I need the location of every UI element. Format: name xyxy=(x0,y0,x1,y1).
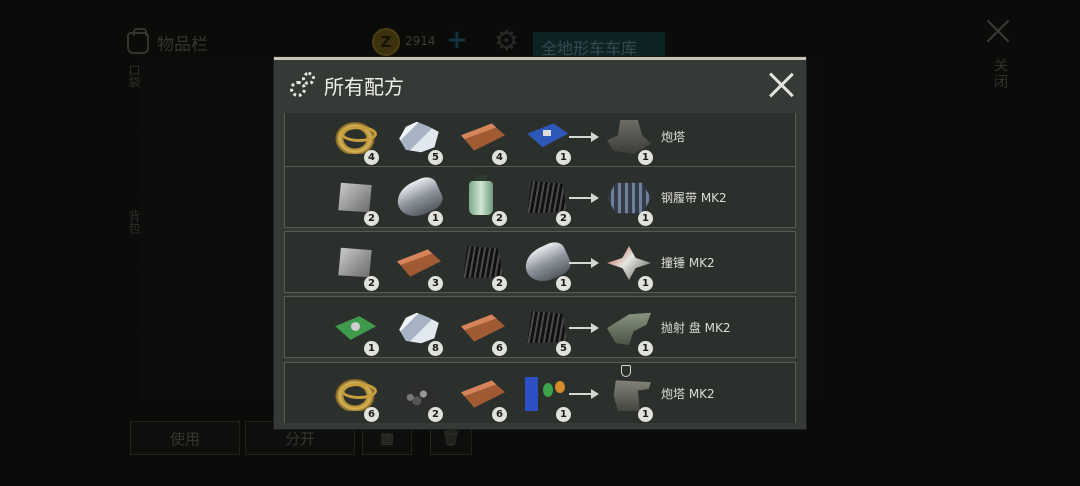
item-quantity-badge: 6 xyxy=(364,407,379,422)
gears-icon xyxy=(290,72,316,98)
gravel-pile-icon xyxy=(397,377,441,411)
leather-belt-icon xyxy=(333,120,377,154)
item-quantity-badge: 1 xyxy=(638,407,653,422)
recipe-output-slot[interactable]: 1 xyxy=(599,297,655,359)
recipe-input-slot[interactable]: 6 xyxy=(453,363,509,423)
pcb-board-icon xyxy=(335,316,377,340)
item-quantity-badge: 1 xyxy=(428,211,443,226)
recipes-dialog: 所有配方 4 5 4 1 1 炮塔 2 1 2 2 1 钢履带 MK2 2 3 2 1 1 撞锤 MK2 1 8 6 5 1… xyxy=(274,57,806,429)
item-quantity-badge: 1 xyxy=(556,276,571,291)
metal-plate-icon xyxy=(338,182,372,213)
arrow-right-icon xyxy=(569,193,599,203)
item-quantity-badge: 5 xyxy=(556,341,571,356)
turret-icon xyxy=(607,120,651,154)
recipe-output-name: 炮塔 MK2 xyxy=(661,387,715,401)
item-quantity-badge: 5 xyxy=(428,150,443,165)
metal-plate-icon xyxy=(338,247,372,278)
item-quantity-badge: 1 xyxy=(638,211,653,226)
recipe-row[interactable]: 2 1 2 2 1 钢履带 MK2 xyxy=(284,166,796,228)
recipe-input-slot[interactable]: 6 xyxy=(453,297,509,359)
metal-crystal-icon xyxy=(399,312,439,344)
item-quantity-badge: 1 xyxy=(638,341,653,356)
recipe-output-slot[interactable]: 1 xyxy=(599,363,655,423)
recipe-input-slot[interactable]: 1 xyxy=(389,167,447,229)
recipe-output-name: 钢履带 MK2 xyxy=(661,191,727,205)
arrow-right-icon xyxy=(569,323,599,333)
item-quantity-badge: 1 xyxy=(556,407,571,422)
recipe-input-slot[interactable]: 2 xyxy=(453,167,509,229)
item-quantity-badge: 6 xyxy=(492,341,507,356)
recipe-input-slot[interactable]: 1 xyxy=(517,363,573,423)
carbon-sheet-icon xyxy=(527,311,567,344)
chemical-bottle-icon xyxy=(469,175,493,215)
arrow-right-icon xyxy=(569,258,599,268)
item-quantity-badge: 2 xyxy=(492,276,507,291)
item-quantity-badge: 1 xyxy=(638,150,653,165)
recipe-output-slot[interactable]: 1 xyxy=(599,113,655,168)
metal-crystal-icon xyxy=(399,121,439,153)
carbon-sheet-icon xyxy=(527,181,567,214)
recipe-input-slot[interactable]: 5 xyxy=(389,113,445,168)
item-quantity-badge: 2 xyxy=(364,276,379,291)
item-quantity-badge: 2 xyxy=(428,407,443,422)
wood-board-icon xyxy=(461,314,505,342)
item-quantity-badge: 3 xyxy=(428,276,443,291)
recipe-input-slot[interactable]: 2 xyxy=(453,232,509,294)
shield-icon xyxy=(621,365,631,377)
item-quantity-badge: 1 xyxy=(556,150,571,165)
recipe-row[interactable]: 6 2 6 1 1 炮塔 MK2 xyxy=(284,362,796,423)
item-quantity-badge: 2 xyxy=(492,211,507,226)
wood-board-icon xyxy=(397,249,441,277)
recipe-output-name: 抛射 盘 MK2 xyxy=(661,321,731,335)
recipe-input-slot[interactable]: 4 xyxy=(453,113,509,168)
arrow-right-icon xyxy=(569,132,599,142)
recipe-output-name: 撞锤 MK2 xyxy=(661,256,715,270)
turret-mk2-icon xyxy=(613,380,651,411)
recipe-output-name: 炮塔 xyxy=(661,130,686,144)
item-quantity-badge: 2 xyxy=(556,211,571,226)
recipe-input-slot[interactable]: 5 xyxy=(517,297,573,359)
recipe-input-slot[interactable]: 2 xyxy=(325,232,381,294)
recipe-row[interactable]: 4 5 4 1 1 炮塔 xyxy=(284,113,796,167)
dialog-header: 所有配方 xyxy=(274,60,806,110)
dialog-title: 所有配方 xyxy=(324,74,404,99)
recipe-input-slot[interactable]: 4 xyxy=(325,113,381,168)
recipe-input-slot[interactable]: 2 xyxy=(389,363,445,423)
item-quantity-badge: 2 xyxy=(364,211,379,226)
item-quantity-badge: 8 xyxy=(428,341,443,356)
recipe-row[interactable]: 1 8 6 5 1 抛射 盘 MK2 xyxy=(284,296,796,358)
recipe-input-slot[interactable]: 2 xyxy=(517,167,573,229)
electronic-parts-icon xyxy=(525,377,569,411)
recipe-row[interactable]: 2 3 2 1 1 撞锤 MK2 xyxy=(284,231,796,293)
wood-board-icon xyxy=(461,380,505,408)
steel-tread-icon xyxy=(607,182,651,214)
recipe-output-slot[interactable]: 1 xyxy=(599,232,655,294)
wood-board-icon xyxy=(461,123,505,151)
recipe-input-slot[interactable]: 1 xyxy=(517,113,573,168)
ram-icon xyxy=(607,246,651,280)
close-icon[interactable] xyxy=(768,72,794,98)
recipe-input-slot[interactable]: 1 xyxy=(517,232,575,294)
launcher-icon xyxy=(607,312,651,345)
arrow-right-icon xyxy=(569,389,599,399)
recipe-output-slot[interactable]: 1 xyxy=(599,167,655,229)
item-quantity-badge: 1 xyxy=(638,276,653,291)
item-quantity-badge: 4 xyxy=(364,150,379,165)
recipe-input-slot[interactable]: 2 xyxy=(325,167,381,229)
item-quantity-badge: 1 xyxy=(364,341,379,356)
recipe-input-slot[interactable]: 3 xyxy=(389,232,445,294)
item-quantity-badge: 4 xyxy=(492,150,507,165)
leather-belt-icon xyxy=(333,377,377,411)
recipe-list[interactable]: 4 5 4 1 1 炮塔 2 1 2 2 1 钢履带 MK2 2 3 2 1 1 撞锤 MK2 1 8 6 5 1 抛射 盘 … xyxy=(284,113,796,423)
recipe-input-slot[interactable]: 6 xyxy=(325,363,381,423)
recipe-input-slot[interactable]: 8 xyxy=(389,297,445,359)
item-quantity-badge: 6 xyxy=(492,407,507,422)
circuit-chip-icon xyxy=(527,123,569,148)
recipe-input-slot[interactable]: 1 xyxy=(325,297,381,359)
carbon-sheet-icon xyxy=(463,246,503,279)
